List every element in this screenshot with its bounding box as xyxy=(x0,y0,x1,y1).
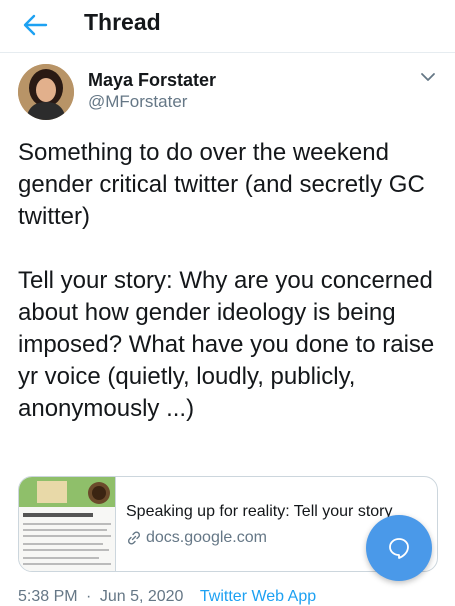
card-domain-row: docs.google.com xyxy=(126,529,267,547)
chevron-down-icon[interactable] xyxy=(419,68,437,86)
card-domain: docs.google.com xyxy=(146,529,267,546)
reply-fab-button[interactable] xyxy=(366,515,432,581)
tweet-date: Jun 5, 2020 xyxy=(99,588,184,605)
card-thumbnail xyxy=(19,477,116,571)
meta-separator: · xyxy=(86,588,92,605)
page-title: Thread xyxy=(84,9,161,35)
reply-bubble-icon xyxy=(389,538,409,559)
arrow-left-icon[interactable] xyxy=(22,12,48,38)
author-display-name[interactable]: Maya Forstater xyxy=(88,70,216,91)
card-title: Speaking up for reality: Tell your story xyxy=(126,503,393,520)
avatar-image xyxy=(18,64,74,120)
tweet-text: Something to do over the weekend gender … xyxy=(18,139,435,422)
tweet-meta: 5:38 PM · Jun 5, 2020 Twitter Web App xyxy=(18,588,316,606)
tweet-time: 5:38 PM xyxy=(18,588,78,605)
tweet-source[interactable]: Twitter Web App xyxy=(200,588,316,605)
link-icon xyxy=(127,531,141,545)
top-bar: Thread xyxy=(0,0,455,53)
author-handle[interactable]: @MForstater xyxy=(88,92,187,112)
avatar[interactable] xyxy=(18,64,74,120)
